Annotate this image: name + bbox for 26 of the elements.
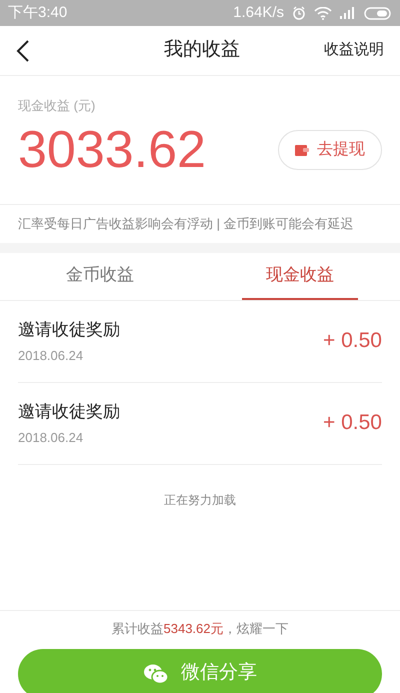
- balance-label: 现金收益 (元): [18, 97, 96, 115]
- record-amount: + 0.50: [323, 410, 382, 436]
- network-speed: 1.64K/s: [233, 2, 284, 23]
- page-title: 我的收益: [163, 38, 241, 62]
- earnings-info-link[interactable]: 收益说明: [324, 39, 384, 62]
- record-date: 2018.06.24: [18, 347, 84, 365]
- record-date: 2018.06.24: [18, 429, 84, 447]
- notice-text: 汇率受每日广告收益影响会有浮动 | 金币到账可能会有延迟: [18, 214, 354, 233]
- battery-icon: [364, 6, 392, 20]
- record-title: 邀请收徒奖励: [18, 318, 121, 340]
- total-earnings-text: 累计收益5343.62元，炫耀一下: [112, 620, 288, 638]
- tab[interactable]: 金币收益: [42, 252, 158, 300]
- wifi-icon: [314, 6, 332, 20]
- withdraw-button[interactable]: 去提现: [278, 130, 382, 170]
- balance-amount: 3033.62: [18, 120, 206, 180]
- status-time: 下午3:40: [8, 2, 68, 23]
- chat-bubbles-icon: [143, 662, 169, 684]
- wechat-share-button[interactable]: 微信分享: [18, 648, 382, 693]
- tab[interactable]: 现金收益: [242, 252, 358, 300]
- back-icon: [16, 38, 30, 62]
- record-title: 邀请收徒奖励: [18, 400, 121, 422]
- signal-icon: [340, 7, 356, 19]
- record-amount: + 0.50: [323, 328, 382, 354]
- alarm-icon: [292, 6, 306, 20]
- wallet-icon: [295, 144, 309, 156]
- loading-text: 正在努力加载: [164, 492, 236, 508]
